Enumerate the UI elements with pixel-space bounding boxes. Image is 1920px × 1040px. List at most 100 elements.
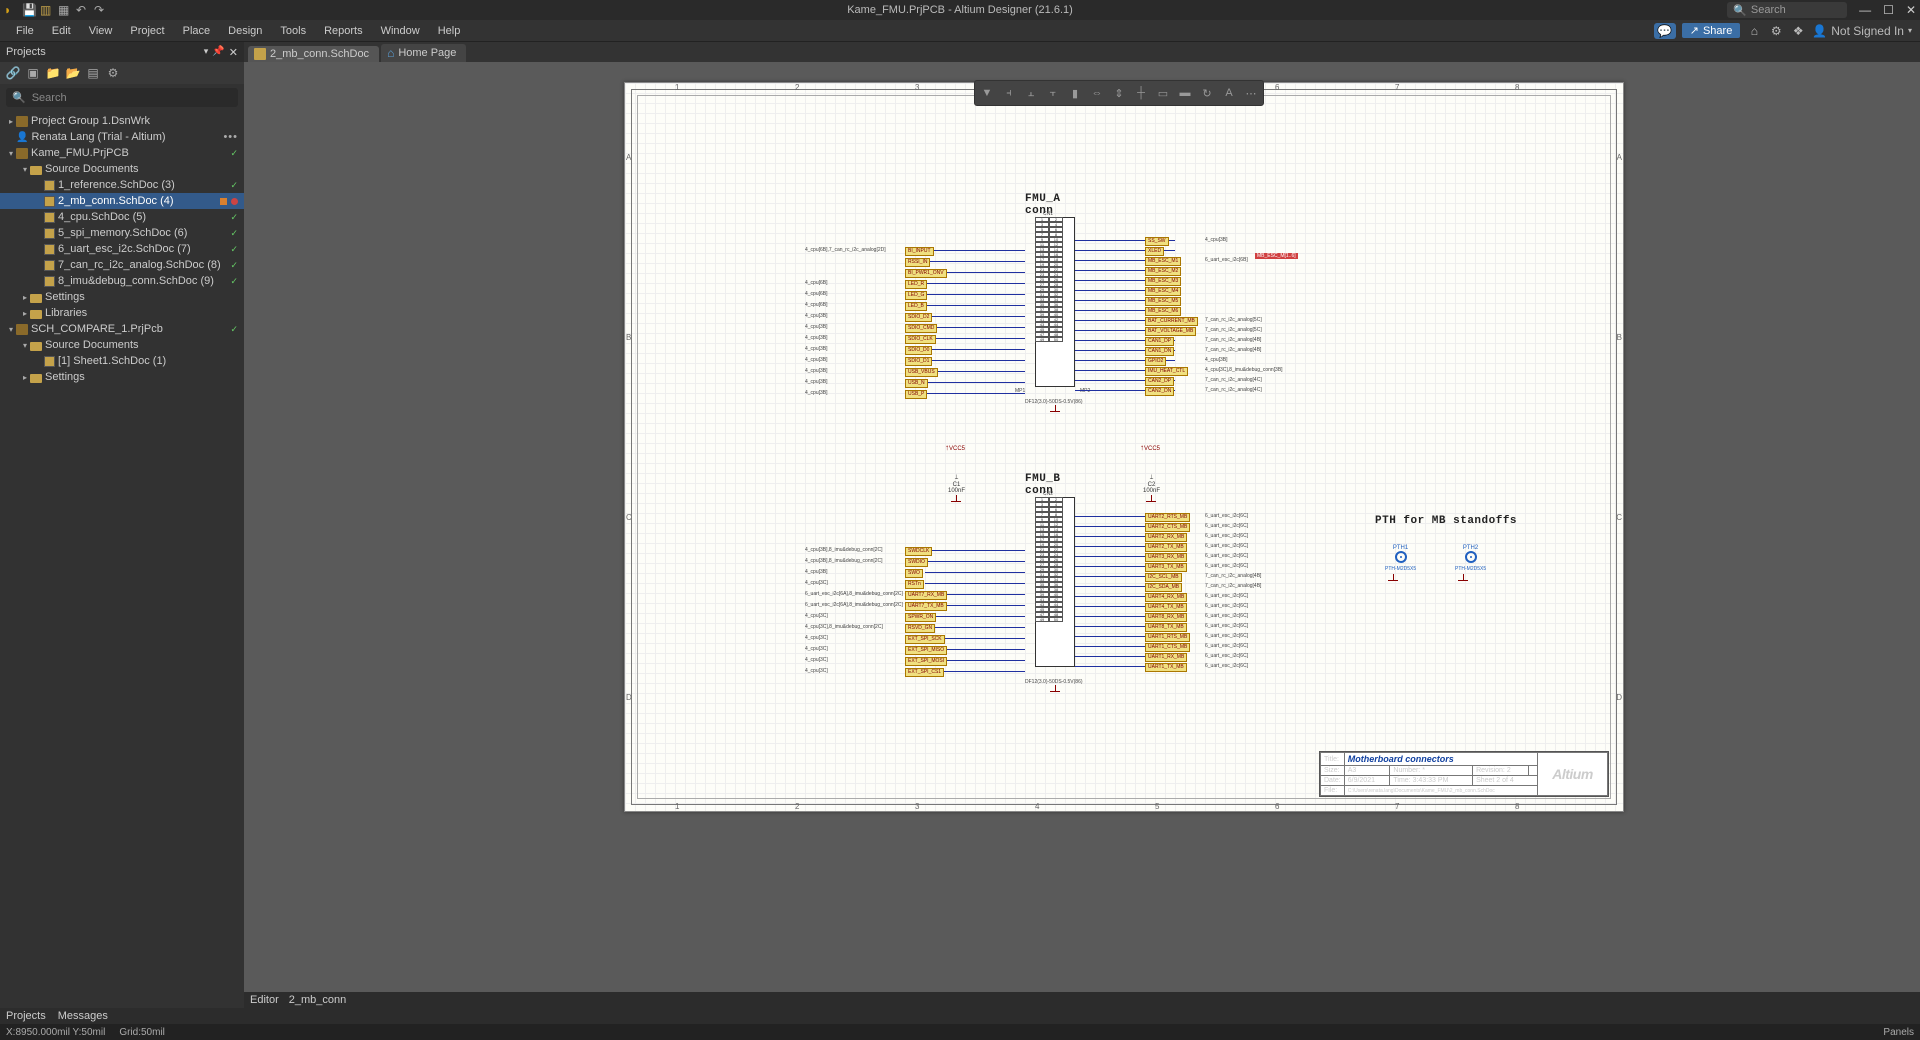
- close-button[interactable]: ✕: [1906, 3, 1916, 17]
- menu-project[interactable]: Project: [122, 23, 172, 39]
- tree-item[interactable]: ▾Source Documents: [0, 161, 244, 177]
- comment-icon[interactable]: 💬: [1654, 23, 1676, 39]
- redo-icon[interactable]: ↷: [94, 3, 108, 17]
- menu-tools[interactable]: Tools: [272, 23, 314, 39]
- net-label[interactable]: UART4_TX_MB: [1145, 603, 1187, 612]
- net-label[interactable]: SWDIO: [905, 558, 928, 567]
- pin-cell[interactable]: 49: [1035, 617, 1049, 622]
- net-label[interactable]: MB_ESC_M3: [1145, 277, 1181, 286]
- expander-icon[interactable]: ▸: [20, 373, 30, 382]
- net-label[interactable]: UART8_TX_MB: [1145, 623, 1187, 632]
- open-icon[interactable]: ▥: [40, 3, 54, 17]
- net-wire[interactable]: [925, 360, 1025, 361]
- net-label[interactable]: SWO: [905, 569, 923, 578]
- pth2[interactable]: PTH2 PTH-M2D5X5: [1455, 545, 1486, 579]
- net-label[interactable]: LED_B: [905, 302, 927, 311]
- net-label[interactable]: EXT_SPI_SCK: [905, 635, 945, 644]
- net-wire[interactable]: [925, 283, 1025, 284]
- tree-item[interactable]: 4_cpu.SchDoc (5)✓: [0, 209, 244, 225]
- minimize-button[interactable]: —: [1859, 3, 1871, 17]
- pth1[interactable]: PTH1 PTH-M2D5X5: [1385, 545, 1416, 579]
- net-wire[interactable]: [925, 616, 1025, 617]
- net-wire[interactable]: [925, 261, 1025, 262]
- pin-cell[interactable]: 49: [1035, 337, 1049, 342]
- expander-icon[interactable]: ▾: [20, 165, 30, 174]
- panel-dropdown-icon[interactable]: ▾: [204, 46, 209, 59]
- net-label[interactable]: USB_VBUS: [905, 368, 938, 377]
- tree-item[interactable]: 6_uart_esc_i2c.SchDoc (7)✓: [0, 241, 244, 257]
- net-label[interactable]: SDIO_D0: [905, 346, 932, 355]
- editor-mode[interactable]: Editor: [250, 994, 279, 1006]
- net-label[interactable]: I2C_SDA_MB: [1145, 583, 1182, 592]
- notifications-icon[interactable]: ❖: [1790, 23, 1806, 39]
- net-label[interactable]: I2C_SCL_MB: [1145, 573, 1182, 582]
- tree-item[interactable]: ▸Project Group 1.DsnWrk: [0, 113, 244, 129]
- net-label[interactable]: BI_INPUT: [905, 247, 934, 256]
- settings-icon[interactable]: ⚙: [1768, 23, 1784, 39]
- tab-schdoc[interactable]: 2_mb_conn.SchDoc: [248, 46, 379, 62]
- net-label[interactable]: UART7_TX_MB: [905, 602, 947, 611]
- panel-search[interactable]: 🔍 Search: [6, 88, 238, 107]
- net-label[interactable]: MB_ESC_M6: [1145, 307, 1181, 316]
- save-icon[interactable]: 💾: [22, 3, 36, 17]
- net-label[interactable]: EXT_SPI_CS1: [905, 668, 944, 677]
- net-label[interactable]: RSTn: [905, 580, 924, 589]
- net-label[interactable]: UART8_RX_MB: [1145, 613, 1187, 622]
- net-label[interactable]: MB_ESC_M5: [1145, 297, 1181, 306]
- net-label[interactable]: UART2_CTS_MB: [1145, 523, 1190, 532]
- net-wire[interactable]: [925, 371, 1025, 372]
- net-wire[interactable]: [925, 294, 1025, 295]
- net-label[interactable]: UART1_CTS_MB: [1145, 643, 1190, 652]
- net-label[interactable]: CAN2_DN: [1145, 387, 1174, 396]
- net-wire[interactable]: [925, 327, 1025, 328]
- net-label[interactable]: XLED: [1145, 247, 1164, 256]
- tree-item[interactable]: ▸Settings: [0, 369, 244, 385]
- net-label[interactable]: CAN2_DP: [1145, 377, 1174, 386]
- align-top-icon[interactable]: ▮: [1065, 83, 1085, 103]
- net-label[interactable]: SWDCLK: [905, 547, 932, 556]
- menu-reports[interactable]: Reports: [316, 23, 371, 39]
- net-label[interactable]: SS_SW: [1145, 237, 1169, 246]
- menu-help[interactable]: Help: [430, 23, 469, 39]
- align-right-icon[interactable]: ⫟: [1043, 83, 1063, 103]
- signin-button[interactable]: 👤Not Signed In▾: [1812, 23, 1912, 39]
- net-label[interactable]: USB_N: [905, 379, 928, 388]
- tree-item[interactable]: ▾Kame_FMU.PrjPCB✓: [0, 145, 244, 161]
- net-wire[interactable]: [925, 583, 1025, 584]
- menu-view[interactable]: View: [81, 23, 121, 39]
- net-wire[interactable]: [925, 316, 1025, 317]
- net-wire[interactable]: [925, 627, 1025, 628]
- net-label[interactable]: UART1_RX_MB: [1145, 653, 1187, 662]
- expander-icon[interactable]: ▾: [6, 325, 16, 334]
- net-wire[interactable]: [925, 349, 1025, 350]
- expander-icon[interactable]: ▾: [6, 149, 16, 158]
- net-wire[interactable]: [925, 338, 1025, 339]
- net-wire[interactable]: [925, 250, 1025, 251]
- net-label[interactable]: GPIO2: [1145, 357, 1166, 366]
- tree-item[interactable]: 7_can_rc_i2c_analog.SchDoc (8)✓: [0, 257, 244, 273]
- ungroup-icon[interactable]: ▬: [1175, 83, 1195, 103]
- tree-item[interactable]: 8_imu&debug_conn.SchDoc (9)✓: [0, 273, 244, 289]
- expander-icon[interactable]: ▾: [20, 341, 30, 350]
- link-icon[interactable]: 🔗: [6, 66, 20, 80]
- net-wire[interactable]: [925, 393, 1025, 394]
- net-label[interactable]: SDIO_D2: [905, 313, 932, 322]
- expander-icon[interactable]: ▸: [20, 293, 30, 302]
- net-label[interactable]: SDIO_D1: [905, 357, 932, 366]
- net-label[interactable]: SDIO_CMD: [905, 324, 937, 333]
- tree-gear-icon[interactable]: ⚙: [106, 66, 120, 80]
- net-label[interactable]: UART3_RX_MB: [1145, 553, 1187, 562]
- net-label[interactable]: LED_G: [905, 291, 927, 300]
- group-icon[interactable]: ▭: [1153, 83, 1173, 103]
- tree-item[interactable]: ▾SCH_COMPARE_1.PrjPcb✓: [0, 321, 244, 337]
- tree-item[interactable]: 1_reference.SchDoc (3)✓: [0, 177, 244, 193]
- tree-item[interactable]: 5_spi_memory.SchDoc (6)✓: [0, 225, 244, 241]
- net-wire[interactable]: [925, 382, 1025, 383]
- editor-doc[interactable]: 2_mb_conn: [289, 994, 347, 1006]
- menu-file[interactable]: File: [8, 23, 42, 39]
- net-label[interactable]: USB_P: [905, 390, 927, 399]
- net-label[interactable]: MB_ESC_M2: [1145, 267, 1181, 276]
- net-label[interactable]: UART4_RX_MB: [1145, 593, 1187, 602]
- more-icon[interactable]: ⋯: [1241, 83, 1261, 103]
- more-icon[interactable]: •••: [223, 131, 238, 143]
